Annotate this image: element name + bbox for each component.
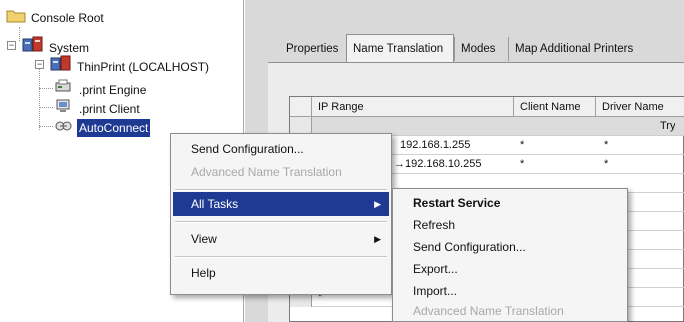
cell-client-name[interactable]: * — [520, 155, 524, 174]
menu-item-advanced-name-translation: Advanced Name Translation — [413, 304, 564, 318]
grid-corner — [290, 97, 312, 117]
tree-label: .print Engine — [79, 82, 147, 97]
client-icon — [54, 98, 74, 119]
menu-item-help[interactable]: Help — [173, 261, 389, 285]
tree-item-print-client[interactable]: .print Client — [54, 98, 142, 116]
menu-separator — [175, 189, 387, 191]
tree-label: Console Root — [31, 11, 104, 25]
autoconnect-icon — [54, 117, 74, 138]
engine-icon — [54, 79, 74, 100]
tree-line — [19, 27, 20, 41]
menu-item-restart-service[interactable]: Restart Service — [395, 191, 625, 215]
tree-label-selected: AutoConnect — [77, 118, 151, 137]
tree-line — [39, 126, 53, 127]
tree-line — [39, 88, 53, 89]
menu-item-advanced-name-translation: Advanced Name Translation — [191, 165, 342, 179]
menu-item-send-configuration[interactable]: Send Configuration... — [395, 235, 625, 259]
cell-driver-name[interactable]: * — [604, 136, 608, 155]
tree-item-system[interactable]: System — [22, 36, 91, 55]
tree-label: System — [49, 40, 90, 55]
tree-label: .print Client — [79, 101, 140, 116]
cell-ip-range[interactable]: →192.168.10.255 — [394, 155, 481, 174]
tree-line — [39, 107, 53, 108]
collapse-icon[interactable]: − — [35, 60, 44, 69]
menu-item-label: All Tasks — [191, 197, 239, 211]
menu-separator — [175, 221, 387, 223]
menu-item-send-configuration[interactable]: Send Configuration... — [173, 137, 389, 161]
tree-item-console-root[interactable]: Console Root — [6, 8, 106, 26]
cell-ip-range[interactable]: 192.168.1.255 — [400, 136, 470, 155]
tab-modes[interactable]: Modes — [454, 37, 508, 61]
tab-map-additional-printers[interactable]: Map Additional Printers — [508, 37, 684, 61]
context-menu: Send Configuration... Advanced Name Tran… — [170, 133, 392, 295]
collapse-icon[interactable]: − — [7, 41, 16, 50]
band-text: Try — [660, 120, 676, 132]
system-icon — [22, 36, 44, 59]
menu-item-view[interactable]: View ▶ — [173, 227, 389, 251]
tree-line — [39, 62, 40, 130]
folder-icon — [6, 8, 26, 28]
tree-item-thinprint[interactable]: ThinPrint (LOCALHOST) — [50, 55, 211, 74]
tree-item-print-engine[interactable]: .print Engine — [54, 79, 148, 97]
menu-item-export[interactable]: Export... — [395, 257, 625, 281]
menu-item-label: View — [191, 232, 217, 246]
column-header-driver-name[interactable]: Driver Name — [596, 97, 684, 117]
submenu-arrow-icon: ▶ — [374, 199, 381, 209]
submenu-arrow-icon: ▶ — [374, 234, 381, 244]
menu-item-all-tasks[interactable]: All Tasks ▶ — [173, 192, 389, 216]
column-header-ip-range[interactable]: IP Range — [312, 97, 514, 117]
column-header-client-name[interactable]: Client Name — [514, 97, 596, 117]
menu-separator — [175, 256, 387, 258]
all-tasks-submenu: Restart Service Refresh Send Configurati… — [392, 188, 628, 322]
menu-item-refresh[interactable]: Refresh — [395, 213, 625, 237]
tab-properties[interactable]: Properties — [280, 37, 346, 61]
tab-name-translation[interactable]: Name Translation — [346, 34, 454, 62]
tree-item-autoconnect[interactable]: AutoConnect — [54, 117, 151, 138]
cell-driver-name[interactable]: * — [604, 155, 608, 174]
server-icon — [50, 55, 72, 78]
cell-client-name[interactable]: * — [520, 136, 524, 155]
tree-label: ThinPrint (LOCALHOST) — [77, 59, 210, 74]
